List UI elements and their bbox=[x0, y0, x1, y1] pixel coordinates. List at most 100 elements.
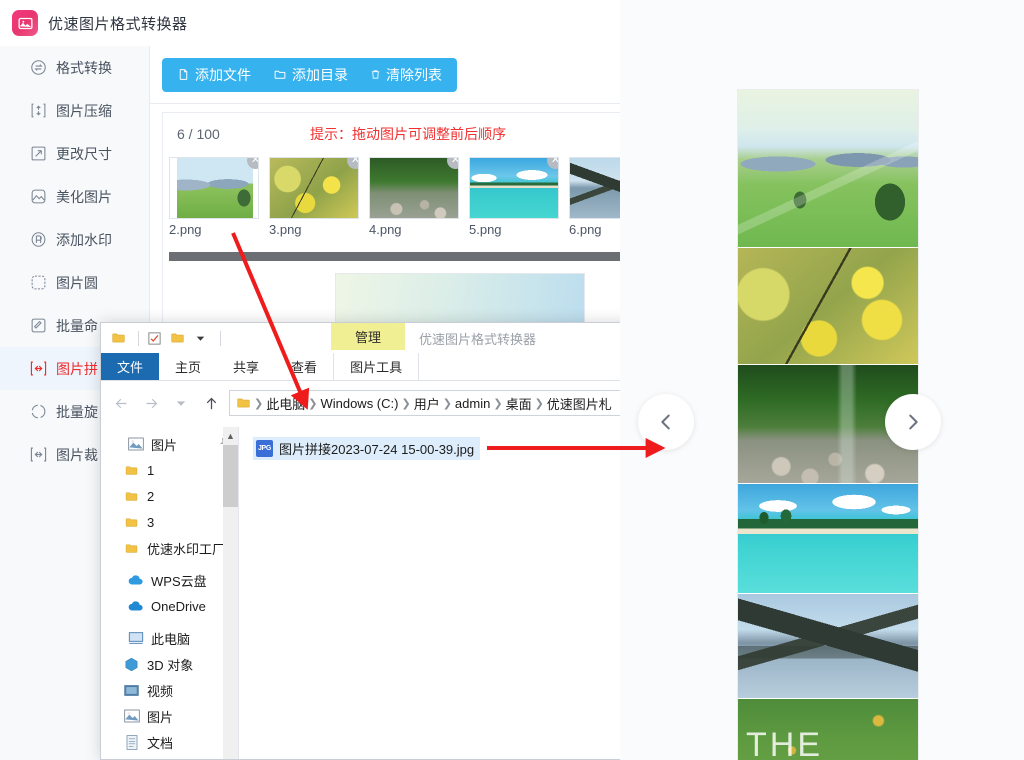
image-counter: 6 / 100 bbox=[177, 126, 220, 142]
breadcrumb-item[interactable]: 此电脑 bbox=[266, 394, 305, 413]
breadcrumb-item[interactable]: 桌面 bbox=[506, 394, 532, 413]
up-button[interactable] bbox=[199, 391, 223, 415]
explorer-navigation-tree: 图片 1 2 3 优速水印工厂 WPS云盘 OneDrive 此电脑 3D 对象… bbox=[101, 427, 239, 759]
tree-item-onedrive[interactable]: OneDrive bbox=[101, 593, 238, 619]
chevron-left-icon bbox=[655, 411, 677, 433]
thumbnail-label: 2.png bbox=[169, 222, 202, 237]
clear-list-button[interactable]: 清除列表 bbox=[359, 58, 453, 92]
sidebar-item-label: 图片圆 bbox=[56, 274, 98, 291]
explorer-window-title: 优速图片格式转换器 bbox=[419, 332, 537, 347]
pictures-icon bbox=[123, 708, 140, 725]
thumbnail-item[interactable]: ✕ 2.png bbox=[169, 157, 259, 243]
sidebar-item-round-corner[interactable]: 图片圆 bbox=[0, 261, 149, 304]
watermark-icon bbox=[30, 231, 47, 248]
videos-icon bbox=[123, 682, 140, 699]
folder-icon bbox=[123, 488, 140, 505]
tree-item-pictures-quick[interactable]: 图片 bbox=[101, 431, 238, 457]
chevron-right-icon bbox=[902, 411, 924, 433]
onedrive-icon bbox=[127, 598, 144, 615]
thumbnail-item[interactable]: ✕ 3.png bbox=[269, 157, 359, 243]
sidebar-item-resize[interactable]: 更改尺寸 bbox=[0, 132, 149, 175]
stitch-icon bbox=[30, 360, 47, 377]
tree-item-downloads[interactable]: 下载 bbox=[101, 755, 238, 759]
tree-item-label: 图片 bbox=[151, 437, 178, 453]
tab-file[interactable]: 文件 bbox=[101, 353, 160, 380]
preview-next-button[interactable] bbox=[885, 394, 941, 450]
tree-item-wps-cloud[interactable]: WPS云盘 bbox=[101, 567, 238, 593]
preview-prev-button[interactable] bbox=[638, 394, 694, 450]
checkbox-icon[interactable] bbox=[145, 329, 164, 348]
tab-view[interactable]: 查看 bbox=[275, 353, 333, 380]
breadcrumb-item[interactable]: admin bbox=[455, 396, 490, 411]
add-folder-label: 添加目录 bbox=[292, 66, 348, 83]
thumbnail-image: ✕ bbox=[269, 157, 359, 219]
tree-item-folder-3[interactable]: 3 bbox=[101, 509, 238, 535]
screen-root: 优速图片格式转换器 格式转换 图片压缩 更改尺寸 美化图片 添加水印 图片圆 批… bbox=[0, 0, 1024, 760]
sidebar-item-image-compress[interactable]: 图片压缩 bbox=[0, 89, 149, 132]
preview-overlay-inner: THE GIRL bbox=[620, 0, 1004, 760]
folder-icon bbox=[273, 68, 287, 81]
back-button[interactable] bbox=[109, 391, 133, 415]
forward-button[interactable] bbox=[139, 391, 163, 415]
tree-item-label: 2 bbox=[147, 488, 155, 504]
3d-objects-icon bbox=[123, 656, 140, 673]
tab-picture-tools[interactable]: 图片工具 bbox=[333, 353, 420, 380]
tree-scrollbar[interactable]: ▲ bbox=[223, 427, 238, 759]
tree-item-label: 3 bbox=[147, 514, 155, 530]
tree-item-3d-objects[interactable]: 3D 对象 bbox=[101, 651, 238, 677]
sidebar-item-label: 图片裁 bbox=[56, 446, 98, 463]
breadcrumb-separator: ❯ bbox=[442, 397, 452, 410]
breadcrumb-item[interactable]: Windows (C:) bbox=[320, 396, 398, 411]
folder-dropdown-icon[interactable] bbox=[168, 329, 187, 348]
thumbnail-label: 4.png bbox=[369, 222, 402, 237]
recent-locations-button[interactable] bbox=[169, 391, 193, 415]
file-list-item[interactable]: JPG 图片拼接2023-07-24 15-00-39.jpg bbox=[253, 437, 481, 460]
tab-home[interactable]: 主页 bbox=[159, 353, 217, 380]
tree-item-this-pc[interactable]: 此电脑 bbox=[101, 625, 238, 651]
folder-icon bbox=[123, 462, 140, 479]
convert-icon bbox=[30, 59, 47, 76]
stitch-cell bbox=[738, 248, 918, 365]
tree-item-folder-1[interactable]: 1 bbox=[101, 457, 238, 483]
add-file-label: 添加文件 bbox=[195, 66, 251, 83]
documents-icon bbox=[123, 734, 140, 751]
tree-item-folder-watermark-factory[interactable]: 优速水印工厂 bbox=[101, 535, 238, 561]
sidebar-item-label: 美化图片 bbox=[56, 188, 112, 205]
thumbnail-item[interactable]: ✕ 4.png bbox=[369, 157, 459, 243]
stitch-cell bbox=[738, 90, 918, 248]
chevron-down-icon[interactable] bbox=[191, 329, 210, 348]
thumbnail-item[interactable]: ✕ 5.png bbox=[469, 157, 559, 243]
compress-icon bbox=[30, 102, 47, 119]
folder-icon bbox=[123, 514, 140, 531]
tree-item-label: 下载 bbox=[147, 759, 173, 760]
breadcrumb-item[interactable]: 用户 bbox=[414, 394, 440, 413]
scroll-up-icon[interactable]: ▲ bbox=[223, 427, 238, 444]
file-icon bbox=[177, 68, 190, 81]
rotate-icon bbox=[30, 403, 47, 420]
folder-icon[interactable] bbox=[109, 329, 128, 348]
tree-item-label: 图片 bbox=[147, 709, 174, 725]
tree-item-documents[interactable]: 文档 bbox=[101, 729, 238, 755]
sidebar-item-label: 批量命 bbox=[56, 317, 98, 334]
breadcrumb-item[interactable]: 优速图片札 bbox=[547, 394, 612, 413]
add-file-button[interactable]: 添加文件 bbox=[166, 58, 262, 92]
sidebar-item-label: 图片拼 bbox=[56, 360, 98, 377]
tree-item-label: 3D 对象 bbox=[147, 657, 194, 673]
tab-share[interactable]: 共享 bbox=[217, 353, 275, 380]
scrollbar-thumb[interactable] bbox=[223, 445, 238, 507]
resize-icon bbox=[30, 145, 47, 162]
sidebar-item-beautify[interactable]: 美化图片 bbox=[0, 175, 149, 218]
sidebar-item-format-convert[interactable]: 格式转换 bbox=[0, 46, 149, 89]
sidebar-item-watermark[interactable]: 添加水印 bbox=[0, 218, 149, 261]
jpg-file-icon: JPG bbox=[256, 440, 273, 457]
tree-item-videos[interactable]: 视频 bbox=[101, 677, 238, 703]
breadcrumb-separator: ❯ bbox=[401, 397, 411, 410]
tree-item-folder-2[interactable]: 2 bbox=[101, 483, 238, 509]
tree-item-pictures[interactable]: 图片 bbox=[101, 703, 238, 729]
toolbar-button-group: 添加文件 添加目录 清除列表 bbox=[162, 57, 457, 92]
tree-item-label: 视频 bbox=[147, 683, 174, 699]
tree-item-label: 优速水印工厂 bbox=[147, 541, 226, 557]
explorer-context-tab[interactable]: 管理 bbox=[331, 323, 405, 350]
add-folder-button[interactable]: 添加目录 bbox=[262, 58, 359, 92]
preview-overlay: THE GIRL bbox=[620, 0, 1024, 760]
